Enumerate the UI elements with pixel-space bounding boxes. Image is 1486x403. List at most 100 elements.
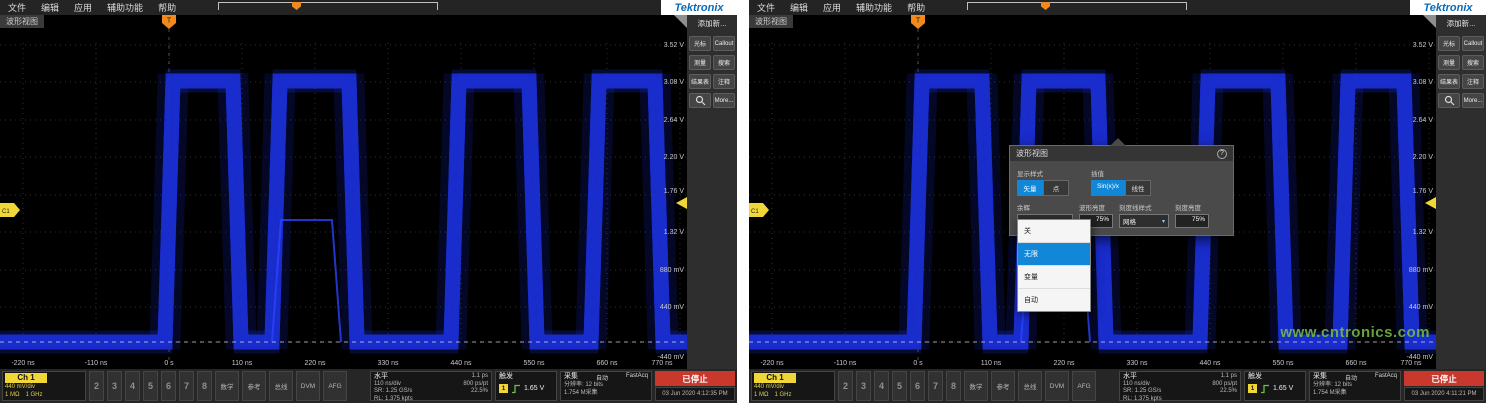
- channel-1-badge[interactable]: Ch 1 440 mV/div 1 MΩ 1 GHz: [751, 371, 835, 401]
- graticule-style-select[interactable]: 网格 ▾: [1119, 214, 1169, 228]
- dropdown-option-variable[interactable]: 变量: [1018, 265, 1090, 288]
- menu-accessibility[interactable]: 辅助功能: [107, 1, 143, 14]
- callout-button[interactable]: Callout: [713, 36, 735, 51]
- trigger-settings-panel[interactable]: 触发 1 1.65 V: [495, 371, 557, 401]
- help-icon[interactable]: ?: [1217, 149, 1227, 159]
- channel-4-button[interactable]: 4: [874, 371, 889, 401]
- menu-edit[interactable]: 编辑: [41, 1, 59, 14]
- more-button[interactable]: More...: [713, 93, 735, 108]
- note-button[interactable]: 注释: [713, 74, 735, 89]
- main-content: 波形视图: [749, 15, 1486, 369]
- trigger-settings-panel[interactable]: 触发 1 1.65 V: [1244, 371, 1306, 401]
- channel-2-button[interactable]: 2: [838, 371, 853, 401]
- trigger-position-marker[interactable]: T: [162, 15, 176, 29]
- fastacq-status: FastAcq: [1375, 373, 1397, 382]
- zoom-button[interactable]: [1438, 93, 1460, 108]
- trigger-position-marker[interactable]: T: [911, 15, 925, 29]
- acq-count: 1.754 M采集: [1313, 390, 1397, 398]
- horizontal-settings-panel[interactable]: 水平 1.1 ps 110 ns/div 800 ps/pt SR: 1.25 …: [370, 371, 492, 401]
- channel-4-button[interactable]: 4: [125, 371, 140, 401]
- results-table-button[interactable]: 结果表: [689, 74, 711, 89]
- menu-apps[interactable]: 应用: [823, 1, 841, 14]
- dropdown-option-infinite[interactable]: 无限: [1018, 242, 1090, 265]
- display-style-vector-button[interactable]: 矢量: [1017, 180, 1043, 196]
- trigger-level-marker[interactable]: [1425, 197, 1436, 209]
- voltage-axis-label: 1.76 V: [1413, 188, 1434, 195]
- menu-accessibility[interactable]: 辅助功能: [856, 1, 892, 14]
- dvm-button[interactable]: DVM: [296, 371, 320, 401]
- trigger-level-marker[interactable]: [676, 197, 687, 209]
- menu-apps[interactable]: 应用: [74, 1, 92, 14]
- waveform-display[interactable]: 波形视图: [0, 15, 687, 369]
- channel-3-button[interactable]: 3: [856, 371, 871, 401]
- acquisition-window-bracket[interactable]: [967, 2, 1187, 11]
- more-button[interactable]: More...: [1462, 93, 1484, 108]
- add-new-button[interactable]: 添加新...: [689, 16, 735, 32]
- afg-button[interactable]: AFG: [323, 371, 347, 401]
- waveform-display[interactable]: 波形视图: [749, 15, 1436, 369]
- afg-button[interactable]: AFG: [1072, 371, 1096, 401]
- channel-marker[interactable]: C1: [0, 203, 20, 217]
- channel-8-button[interactable]: 8: [197, 371, 212, 401]
- search-button[interactable]: 搜索: [1462, 55, 1484, 70]
- ch1-bandwidth: 1 GHz: [26, 391, 43, 399]
- horizontal-scale: 110 ns/div: [374, 381, 455, 389]
- menu-edit[interactable]: 编辑: [790, 1, 808, 14]
- channel-6-button[interactable]: 6: [910, 371, 925, 401]
- add-new-button[interactable]: 添加新...: [1438, 16, 1484, 32]
- math-button[interactable]: 数学: [215, 371, 239, 401]
- channel-5-button[interactable]: 5: [143, 371, 158, 401]
- callout-button[interactable]: Callout: [1462, 36, 1484, 51]
- channel-5-button[interactable]: 5: [892, 371, 907, 401]
- time-axis-label: -220 ns: [11, 360, 35, 367]
- voltage-axis-label: 3.52 V: [664, 42, 685, 49]
- stop-button[interactable]: 已停止: [655, 371, 735, 386]
- cursors-button[interactable]: 光标: [689, 36, 711, 51]
- channel-3-button[interactable]: 3: [107, 371, 122, 401]
- channel-marker[interactable]: C1: [749, 203, 769, 217]
- channel-6-button[interactable]: 6: [161, 371, 176, 401]
- results-table-button[interactable]: 结果表: [1438, 74, 1460, 89]
- menu-file[interactable]: 文件: [757, 1, 775, 14]
- record-length: RL: 1.375 kpts: [1123, 396, 1204, 403]
- bus-button[interactable]: 总线: [269, 371, 293, 401]
- search-button[interactable]: 搜索: [713, 55, 735, 70]
- channel-7-button[interactable]: 7: [928, 371, 943, 401]
- acquisition-settings-panel[interactable]: 采集 自动 FastAcq 分辨率: 12 bits 1.754 M采集: [1309, 371, 1401, 401]
- dropdown-option-auto[interactable]: 自动: [1018, 288, 1090, 311]
- measure-button[interactable]: 测量: [1438, 55, 1460, 70]
- channel-8-button[interactable]: 8: [946, 371, 961, 401]
- channel-1-badge[interactable]: Ch 1 440 mV/div 1 MΩ 1 GHz: [2, 371, 86, 401]
- interp-sinx-button[interactable]: Sin(x)/x: [1091, 180, 1125, 196]
- menu-help[interactable]: 帮助: [907, 1, 925, 14]
- waveform-view-tab[interactable]: 波形视图: [749, 15, 793, 28]
- graticule-intensity-input[interactable]: 75%: [1175, 214, 1209, 228]
- interp-linear-button[interactable]: 线性: [1125, 180, 1151, 196]
- view-corner-handle-icon[interactable]: [1423, 15, 1436, 28]
- ref-button[interactable]: 参考: [991, 371, 1015, 401]
- math-button[interactable]: 数学: [964, 371, 988, 401]
- waveform-view-tab[interactable]: 波形视图: [0, 15, 44, 28]
- acquisition-settings-panel[interactable]: 采集 自动 FastAcq 分辨率: 12 bits 1.754 M采集: [560, 371, 652, 401]
- channel-2-button[interactable]: 2: [89, 371, 104, 401]
- acquisition-window-bracket[interactable]: [218, 2, 438, 11]
- display-style-dots-button[interactable]: 点: [1043, 180, 1069, 196]
- svg-text:C1: C1: [751, 209, 759, 215]
- bus-button[interactable]: 总线: [1018, 371, 1042, 401]
- view-corner-handle-icon[interactable]: [674, 15, 687, 28]
- channel-7-button[interactable]: 7: [179, 371, 194, 401]
- voltage-axis-label: 440 mV: [660, 304, 684, 311]
- waveform-plot[interactable]: T C1 3.52 V 3.08 V 2.64 V 2.20 V 1.76 V: [0, 15, 687, 369]
- zoom-button[interactable]: [689, 93, 711, 108]
- cursors-button[interactable]: 光标: [1438, 36, 1460, 51]
- menu-file[interactable]: 文件: [8, 1, 26, 14]
- voltage-axis-label: 3.08 V: [664, 79, 685, 86]
- stop-button[interactable]: 已停止: [1404, 371, 1484, 386]
- dropdown-option-off[interactable]: 关: [1018, 220, 1090, 242]
- ref-button[interactable]: 参考: [242, 371, 266, 401]
- menu-help[interactable]: 帮助: [158, 1, 176, 14]
- horizontal-settings-panel[interactable]: 水平 1.1 ps 110 ns/div 800 ps/pt SR: 1.25 …: [1119, 371, 1241, 401]
- note-button[interactable]: 注释: [1462, 74, 1484, 89]
- dvm-button[interactable]: DVM: [1045, 371, 1069, 401]
- measure-button[interactable]: 测量: [689, 55, 711, 70]
